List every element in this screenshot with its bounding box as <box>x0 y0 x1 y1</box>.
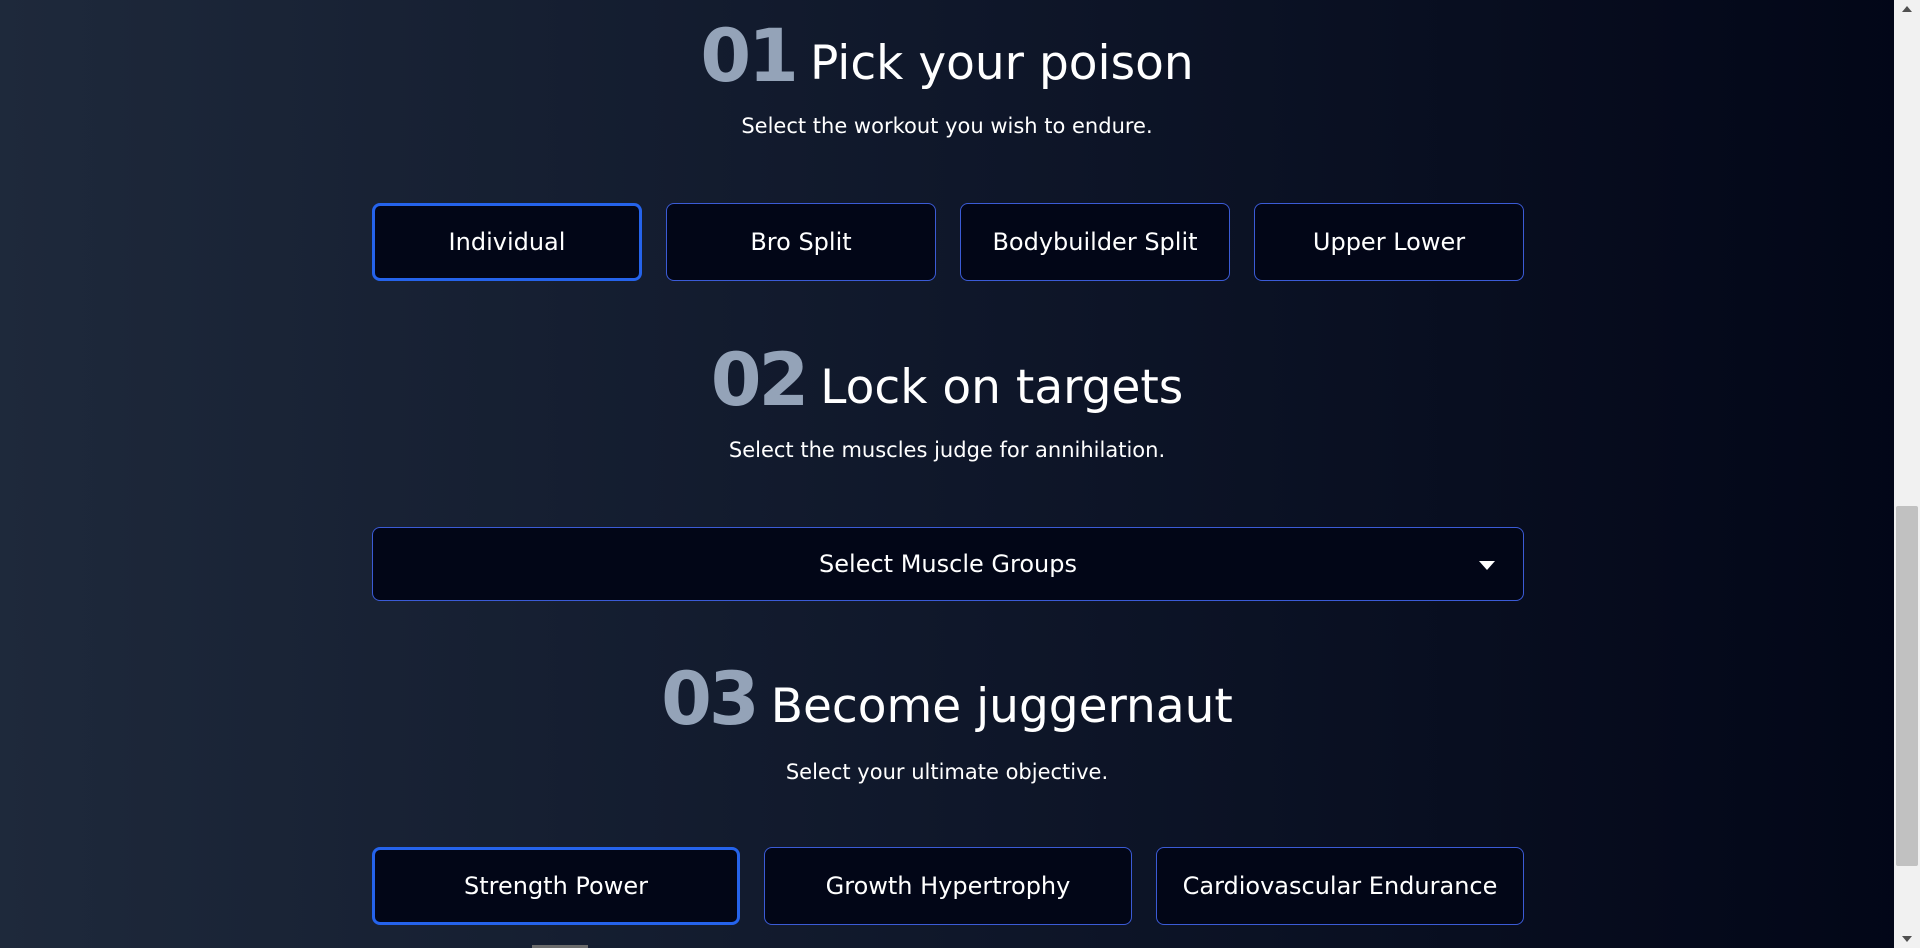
section-1-title: Pick your poison <box>809 36 1194 91</box>
scrollbar-thumb[interactable] <box>1896 506 1918 866</box>
section-2-heading: 02 Lock on targets <box>0 344 1894 417</box>
objective-option-cardiovascular-endurance[interactable]: Cardiovascular Endurance <box>1156 847 1524 925</box>
section-2-number: 02 <box>710 338 810 423</box>
section-3-heading: 03 Become juggernaut <box>0 663 1894 736</box>
section-2-title: Lock on targets <box>820 360 1184 415</box>
section-3-subtitle: Select your ultimate objective. <box>785 760 1109 784</box>
section-3-number: 03 <box>661 657 760 742</box>
workout-builder-page: 01 Pick your poison Select the workout y… <box>0 0 1894 948</box>
muscle-groups-dropdown-label: Select Muscle Groups <box>819 550 1077 578</box>
workout-option-individual[interactable]: Individual <box>372 203 642 281</box>
workout-option-bodybuilder-split[interactable]: Bodybuilder Split <box>960 203 1230 281</box>
section-1-number: 01 <box>700 14 799 99</box>
vertical-scrollbar[interactable] <box>1894 0 1920 948</box>
scroll-up-arrow-icon[interactable] <box>1902 6 1912 12</box>
section-1-heading: 01 Pick your poison <box>0 20 1894 93</box>
section-1-subtitle: Select the workout you wish to endure. <box>741 114 1153 138</box>
section-2-subtitle: Select the muscles judge for annihilatio… <box>728 438 1166 462</box>
caret-down-icon <box>1479 561 1495 570</box>
section-3-title: Become juggernaut <box>770 679 1233 734</box>
muscle-groups-dropdown[interactable]: Select Muscle Groups <box>372 527 1524 601</box>
objective-option-strength-power[interactable]: Strength Power <box>372 847 740 925</box>
objective-option-growth-hypertrophy[interactable]: Growth Hypertrophy <box>764 847 1132 925</box>
workout-option-upper-lower[interactable]: Upper Lower <box>1254 203 1524 281</box>
scroll-down-arrow-icon[interactable] <box>1902 936 1912 942</box>
workout-option-bro-split[interactable]: Bro Split <box>666 203 936 281</box>
